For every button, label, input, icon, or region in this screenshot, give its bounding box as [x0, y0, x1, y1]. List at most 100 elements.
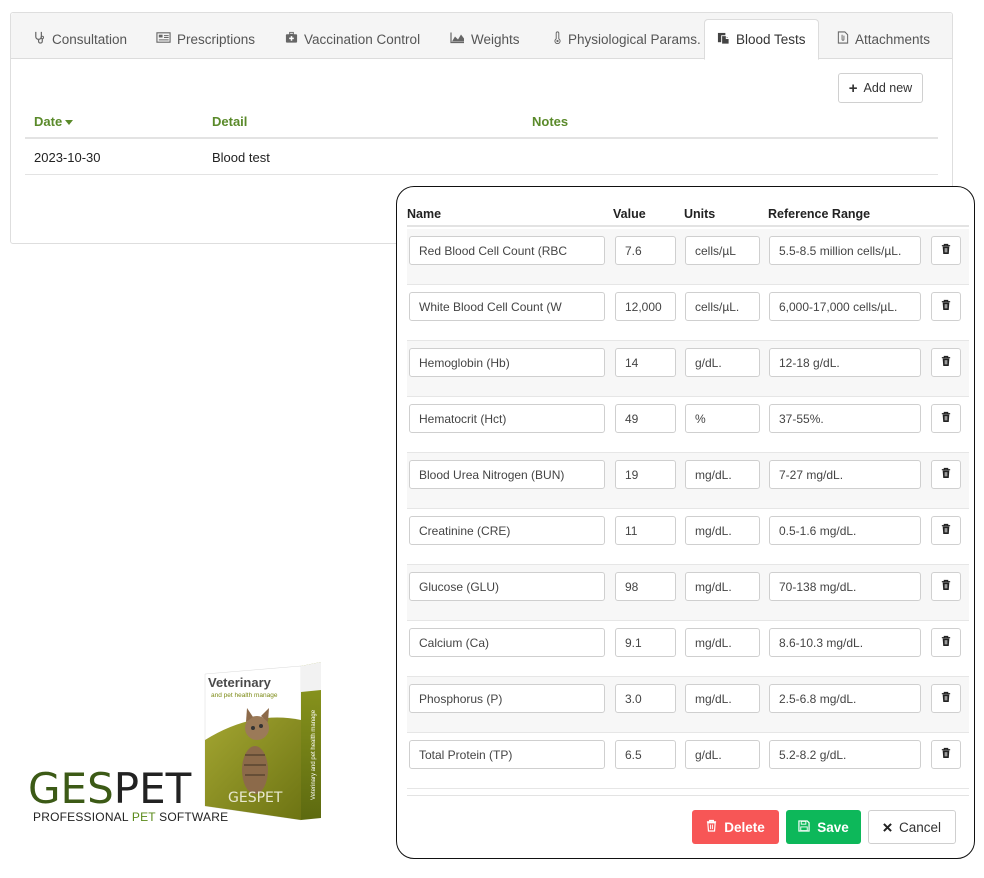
test-row [407, 509, 969, 565]
test-value-input[interactable] [615, 404, 676, 433]
row-date: 2023-10-30 [34, 150, 101, 165]
delete-row-button[interactable] [931, 292, 961, 321]
test-name-input[interactable] [409, 292, 605, 321]
floppy-disk-icon [798, 819, 810, 835]
test-units-input[interactable] [685, 572, 760, 601]
test-reference-range-input[interactable] [769, 292, 921, 321]
table-row[interactable]: 2023-10-30 Blood test [25, 141, 938, 175]
test-units-input[interactable] [685, 236, 760, 265]
area-chart-icon [450, 31, 465, 47]
trash-icon [706, 819, 717, 835]
test-row [407, 285, 969, 341]
test-value-input[interactable] [615, 628, 676, 657]
test-row [407, 397, 969, 453]
delete-row-button[interactable] [931, 236, 961, 265]
test-reference-range-input[interactable] [769, 740, 921, 769]
cancel-button[interactable]: Cancel [868, 810, 956, 844]
test-reference-range-input[interactable] [769, 684, 921, 713]
test-name-input[interactable] [409, 460, 605, 489]
tab-attachments[interactable]: Attachments [825, 19, 942, 59]
test-reference-range-input[interactable] [769, 516, 921, 545]
test-row [407, 453, 969, 509]
column-header-notes: Notes [532, 114, 569, 129]
delete-row-button[interactable] [931, 628, 961, 657]
delete-row-button[interactable] [931, 348, 961, 377]
trash-icon [941, 579, 951, 594]
file-attachment-icon [837, 31, 849, 47]
test-name-input[interactable] [409, 572, 605, 601]
tab-vaccination-control[interactable]: Vaccination Control [273, 19, 432, 59]
plus-icon: + [848, 79, 858, 97]
trash-icon [941, 747, 951, 762]
test-name-input[interactable] [409, 348, 605, 377]
delete-row-button[interactable] [931, 740, 961, 769]
test-reference-range-input[interactable] [769, 628, 921, 657]
test-value-input[interactable] [615, 740, 676, 769]
test-reference-range-input[interactable] [769, 572, 921, 601]
test-value-input[interactable] [615, 516, 676, 545]
test-name-input[interactable] [409, 236, 605, 265]
tab-blood-tests[interactable]: Blood Tests [704, 19, 819, 60]
test-units-input[interactable] [685, 348, 760, 377]
test-row [407, 565, 969, 621]
tab-physiological-params[interactable]: Physiological Params. [541, 19, 713, 59]
test-value-input[interactable] [615, 236, 676, 265]
delete-button[interactable]: Delete [692, 810, 779, 844]
delete-row-button[interactable] [931, 516, 961, 545]
test-units-input[interactable] [685, 292, 760, 321]
test-name-input[interactable] [409, 628, 605, 657]
test-units-input[interactable] [685, 404, 760, 433]
svg-text:GESPET: GESPET [228, 790, 283, 806]
test-value-input[interactable] [615, 460, 676, 489]
save-button[interactable]: Save [786, 810, 861, 844]
tab-bar: Consultation Prescriptions Vaccination C… [11, 13, 952, 60]
test-name-input[interactable] [409, 404, 605, 433]
medical-kit-icon [285, 31, 298, 47]
gespet-logo: GESPET [28, 764, 192, 813]
test-reference-range-input[interactable] [769, 404, 921, 433]
column-header-name: Name [407, 207, 442, 221]
test-reference-range-input[interactable] [769, 460, 921, 489]
trash-icon [941, 635, 951, 650]
test-units-input[interactable] [685, 628, 760, 657]
trash-icon [941, 691, 951, 706]
test-name-input[interactable] [409, 516, 605, 545]
column-header-units: Units [684, 207, 716, 221]
column-header-date[interactable]: Date [34, 114, 74, 129]
tab-prescriptions[interactable]: Prescriptions [144, 19, 267, 59]
test-units-input[interactable] [685, 740, 760, 769]
tab-weights[interactable]: Weights [438, 19, 532, 59]
delete-row-button[interactable] [931, 404, 961, 433]
test-value-input[interactable] [615, 684, 676, 713]
test-units-input[interactable] [685, 684, 760, 713]
tab-label: Physiological Params. [568, 31, 701, 47]
test-row [407, 341, 969, 397]
test-units-input[interactable] [685, 460, 760, 489]
test-reference-range-input[interactable] [769, 236, 921, 265]
test-value-input[interactable] [615, 292, 676, 321]
stethoscope-icon [33, 31, 46, 47]
test-name-input[interactable] [409, 684, 605, 713]
column-header-value: Value [613, 207, 646, 221]
delete-row-button[interactable] [931, 572, 961, 601]
row-detail: Blood test [212, 150, 270, 165]
logo-tagline: PROFESSIONAL PET SOFTWARE [33, 810, 229, 824]
svg-text:Veterinary and pet health mana: Veterinary and pet health manage [311, 709, 317, 800]
tab-label: Weights [471, 31, 520, 47]
test-units-input[interactable] [685, 516, 760, 545]
test-reference-range-input[interactable] [769, 348, 921, 377]
test-row [407, 229, 969, 285]
tab-label: Vaccination Control [304, 31, 421, 47]
svg-text:and pet health manage: and pet health manage [211, 692, 278, 699]
add-new-button[interactable]: + Add new [838, 73, 923, 103]
test-value-input[interactable] [615, 572, 676, 601]
save-label: Save [817, 819, 849, 835]
test-name-input[interactable] [409, 740, 605, 769]
dialog-divider [407, 795, 969, 796]
column-header-detail: Detail [212, 114, 248, 129]
test-value-input[interactable] [615, 348, 676, 377]
tab-label: Prescriptions [177, 31, 256, 47]
delete-row-button[interactable] [931, 684, 961, 713]
delete-row-button[interactable] [931, 460, 961, 489]
tab-consultation[interactable]: Consultation [21, 19, 139, 59]
